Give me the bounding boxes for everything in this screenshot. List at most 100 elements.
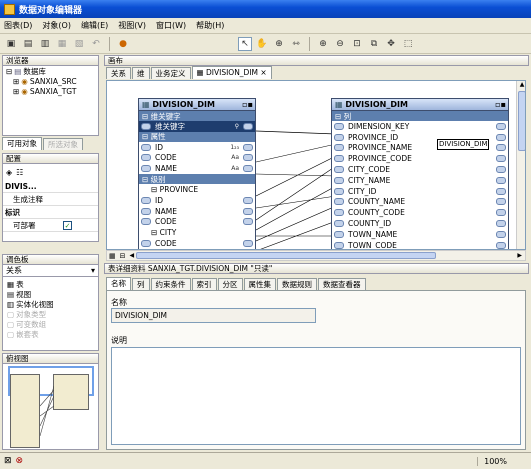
diagram-hscroll[interactable]: ▦ ⊟ ◀ ▶ [106, 250, 526, 261]
tab-dimensions[interactable]: 维 [132, 67, 150, 79]
remove-icon[interactable]: ▧ [72, 37, 86, 51]
link-icon[interactable] [334, 133, 344, 141]
grid-icon[interactable]: ▦ [107, 252, 118, 260]
deployable-checkbox[interactable]: ✓ [63, 220, 72, 230]
dimension-table-card[interactable]: ▦ DIVISION_DIM ▫▪ ⊟ 维关键字 维关键字 ⚲ ⊟ 属性 ID 1₂… [138, 98, 256, 249]
target-table-card[interactable]: ▦ DIVISION_DIM ▫▪ ⊟ 列 DIMENSION_KEY PROVI… [331, 98, 509, 249]
new-icon[interactable]: ▣ [4, 37, 18, 51]
tree-root[interactable]: ⊟ ▤ 数据库 [3, 66, 98, 76]
deploy-icon[interactable]: ● [116, 37, 130, 51]
link-icon[interactable] [496, 241, 506, 249]
collapse-icon[interactable]: ⊟ [6, 67, 12, 76]
description-field[interactable] [111, 347, 521, 445]
column-row[interactable]: PROVINCE_CODE [332, 153, 508, 164]
palette-item[interactable]: ▤ 视图 [3, 289, 98, 299]
tab-partitions[interactable]: 分区 [217, 278, 243, 290]
link-icon[interactable] [334, 122, 344, 130]
link-icon[interactable] [496, 230, 506, 238]
config-properties-icon[interactable]: ◈ [6, 168, 12, 177]
tab-data-rules[interactable]: 数据规则 [277, 278, 317, 290]
link-icon[interactable] [141, 240, 151, 248]
link-icon[interactable] [243, 143, 253, 151]
zoom-in-icon[interactable]: ⊕ [316, 37, 330, 51]
tab-division-dim[interactable]: ▦ DIVISION_DIM × [191, 66, 272, 79]
menu-view[interactable]: 视图(V) [118, 20, 146, 31]
link-icon[interactable] [141, 122, 151, 130]
menu-edit[interactable]: 编辑(E) [81, 20, 108, 31]
tree-item[interactable]: ⊞ ◉ SANXIA_TGT [3, 86, 98, 96]
save-icon[interactable]: ▥ [38, 37, 52, 51]
name-field[interactable]: DIVISION_DIM [111, 308, 316, 323]
config-row[interactable]: DIVIS... [3, 180, 98, 193]
link-icon[interactable] [334, 220, 344, 228]
hscroll-thumb[interactable] [136, 252, 437, 259]
link-icon[interactable] [141, 143, 151, 151]
menu-window[interactable]: 窗口(W) [156, 20, 186, 31]
link-icon[interactable] [243, 240, 253, 248]
link-icon[interactable] [243, 122, 253, 130]
diagram-canvas[interactable]: ▦ DIVISION_DIM ▫▪ ⊟ 维关键字 维关键字 ⚲ ⊟ 属性 ID 1₂… [106, 80, 526, 250]
column-row[interactable]: CITY_ID [332, 186, 508, 197]
column-row[interactable]: NAME [139, 206, 255, 217]
link-icon[interactable] [496, 122, 506, 130]
tab-name[interactable]: 名称 [106, 277, 131, 290]
tab-available-objects[interactable]: 可用对象 [2, 137, 42, 150]
window-controls-icon[interactable]: ▫▪ [495, 100, 508, 109]
link-icon[interactable] [141, 218, 151, 226]
config-row[interactable]: 生成注释 [3, 193, 98, 206]
level-row[interactable]: ⊟ CITY [139, 227, 255, 238]
link-icon[interactable] [496, 198, 506, 206]
palette-item[interactable]: ▦ 表 [3, 279, 98, 289]
link-icon[interactable] [334, 176, 344, 184]
column-row[interactable]: ID 1₂₃ [139, 142, 255, 153]
link-icon[interactable] [496, 166, 506, 174]
tab-selected-objects[interactable]: 所选对象 [43, 138, 83, 150]
column-row[interactable]: CITY_NAME [332, 175, 508, 186]
link-icon[interactable] [141, 196, 151, 204]
open-icon[interactable]: ▤ [21, 37, 35, 51]
scroll-right-icon[interactable]: ▶ [517, 252, 525, 259]
section-header[interactable]: ⊟ 列 [332, 111, 508, 121]
link-icon[interactable] [141, 165, 151, 173]
link-icon[interactable] [141, 207, 151, 215]
link-icon[interactable] [496, 176, 506, 184]
link-icon[interactable] [496, 155, 506, 163]
scroll-thumb[interactable] [518, 91, 525, 151]
link-icon[interactable] [334, 187, 344, 195]
undo-icon[interactable]: ↶ [89, 37, 103, 51]
expand-icon[interactable]: ⊞ [13, 87, 19, 96]
zoom-out-icon[interactable]: ⊖ [333, 37, 347, 51]
column-row[interactable]: ID [139, 195, 255, 206]
config-sort-icon[interactable]: ☷ [16, 168, 23, 177]
link-icon[interactable] [334, 198, 344, 206]
link-icon[interactable] [496, 220, 506, 228]
scroll-up-icon[interactable]: ▲ [517, 81, 525, 91]
palette-item[interactable]: ▢ 对象类型 [3, 309, 98, 319]
tab-business-definitions[interactable]: 业务定义 [150, 67, 191, 79]
link-icon[interactable] [496, 133, 506, 141]
expand-icon[interactable]: ⊞ [13, 77, 19, 86]
link-icon[interactable] [334, 241, 344, 249]
column-row[interactable]: 维关键字 ⚲ [139, 121, 255, 132]
palette-item[interactable]: ▥ 实体化视图 [3, 299, 98, 309]
tree-item[interactable]: ⊞ ◉ SANXIA_SRC [3, 76, 98, 86]
link-icon[interactable] [496, 209, 506, 217]
level-row[interactable]: ⊟ PROVINCE [139, 184, 255, 195]
link-icon[interactable] [496, 144, 506, 152]
dimension-table-header[interactable]: ▦ DIVISION_DIM ▫▪ [139, 99, 255, 111]
window-controls-icon[interactable]: ▫▪ [242, 100, 255, 109]
link-icon[interactable] [243, 196, 253, 204]
column-row[interactable]: CITY_CODE [332, 164, 508, 175]
tab-attribute-sets[interactable]: 属性集 [243, 278, 276, 290]
diagram-vscroll[interactable]: ▲ [516, 81, 525, 249]
delete-icon[interactable]: ▦ [55, 37, 69, 51]
tab-relations[interactable]: 关系 [106, 67, 131, 79]
layout-icon[interactable]: ⧉ [367, 37, 381, 51]
section-header[interactable]: ⊟ 属性 [139, 131, 255, 142]
column-row[interactable]: COUNTY_ID [332, 218, 508, 229]
column-row[interactable]: COUNTY_CODE [332, 207, 508, 218]
pan-hand-icon[interactable]: ✋ [255, 37, 269, 51]
section-header[interactable]: ⊟ 维关键字 [139, 111, 255, 121]
link-icon[interactable] [243, 207, 253, 215]
menu-object[interactable]: 对象(O) [42, 20, 71, 31]
